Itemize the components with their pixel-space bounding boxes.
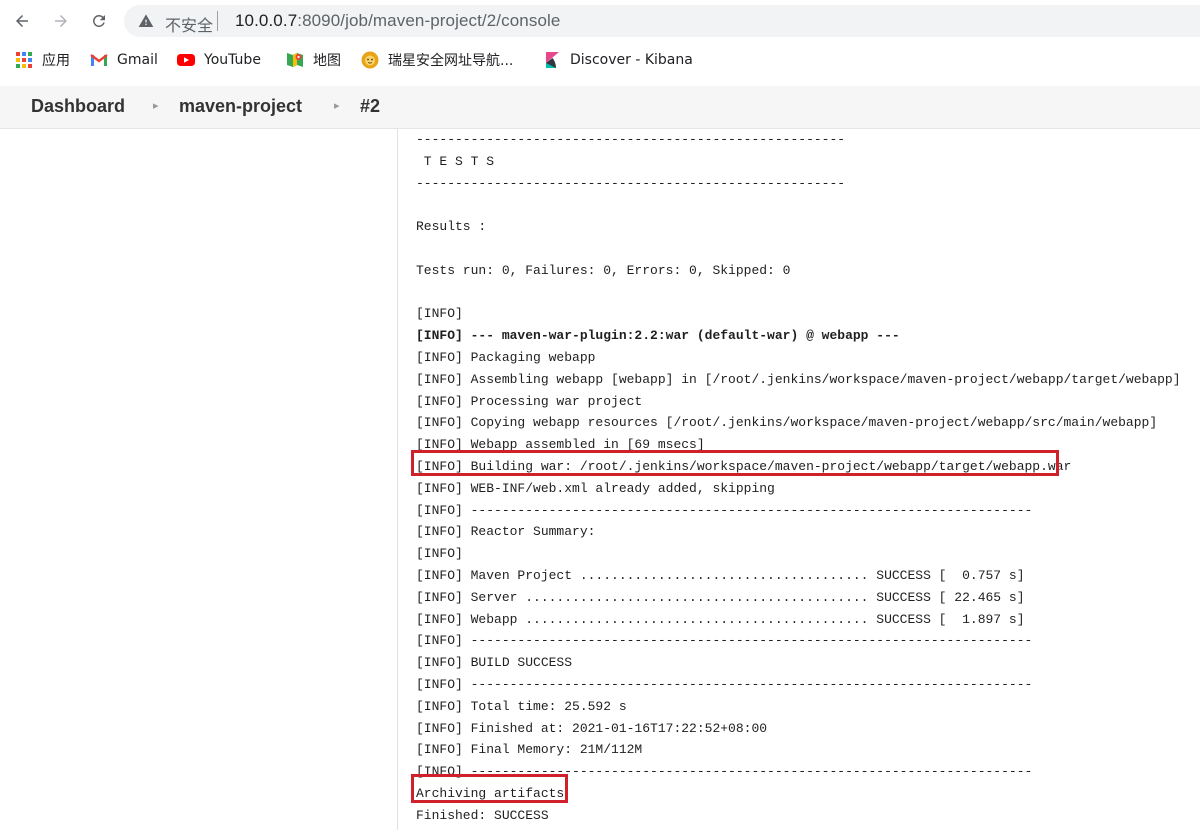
highlight-box-archiving (411, 774, 568, 803)
gmail-icon (90, 54, 108, 66)
console-line: T E S T S (416, 153, 495, 169)
console-line: Tests run: 0, Failures: 0, Errors: 0, Sk… (416, 262, 791, 278)
console-output: ----------------------------------------… (398, 129, 1200, 830)
maps-icon (287, 53, 303, 67)
console-line: [INFO] ---------------------------------… (416, 502, 1033, 518)
bookmark-label: 应用 (42, 53, 70, 69)
breadcrumb-dashboard[interactable]: Dashboard (31, 96, 125, 117)
console-line: [INFO] WEB-INF/web.xml already added, sk… (416, 480, 775, 496)
bookmark-label: YouTube (204, 52, 261, 68)
breadcrumb-build[interactable]: #2 (360, 96, 380, 117)
url-text[interactable]: 10.0.0.7:8090/job/maven-project/2/consol… (235, 11, 560, 31)
console-line: Results : (416, 219, 487, 235)
bookmarks-bar: 应用 Gmail YouTube 地图 瑞星安全网址导航... Discover… (0, 42, 1200, 76)
bookmark-apps[interactable]: 应用 (15, 50, 70, 70)
address-divider (217, 11, 218, 31)
console-line: [INFO] Server ..........................… (416, 589, 1025, 605)
rising-lion-icon (361, 51, 379, 69)
bookmark-maps[interactable]: 地图 (286, 50, 341, 70)
console-line: [INFO] BUILD SUCCESS (416, 655, 573, 671)
console-line: [INFO] (416, 546, 463, 562)
reload-button[interactable] (86, 8, 112, 34)
forward-arrow-icon (55, 15, 67, 27)
breadcrumb: Dashboard ▸ maven-project ▸ #2 (0, 86, 1200, 129)
console-line: ----------------------------------------… (416, 132, 846, 147)
side-panel (0, 129, 398, 830)
console-line: ----------------------------------------… (416, 175, 846, 191)
console-line: [INFO] ---------------------------------… (416, 676, 1033, 692)
console-line: [INFO] --- maven-war-plugin:2.2:war (def… (416, 328, 900, 344)
bookmark-kibana[interactable]: Discover - Kibana (543, 50, 693, 70)
console-line: [INFO] ---------------------------------… (416, 633, 1033, 649)
console-line: [INFO] Total time: 25.592 s (416, 698, 627, 714)
bookmark-label: 瑞星安全网址导航... (388, 53, 514, 69)
bookmark-youtube[interactable]: YouTube (177, 50, 261, 70)
console-line: Finished: SUCCESS (416, 807, 549, 823)
bookmark-label: 地图 (313, 53, 341, 69)
bookmark-label: Discover - Kibana (570, 52, 693, 68)
breadcrumb-job[interactable]: maven-project (179, 96, 302, 117)
reload-icon (92, 14, 105, 27)
bookmark-label: Gmail (117, 52, 158, 68)
forward-button[interactable] (48, 8, 74, 34)
console-line: [INFO] Packaging webapp (416, 349, 596, 365)
apps-grid-icon (16, 52, 32, 68)
address-bar[interactable]: 不安全 10.0.0.7:8090/job/maven-project/2/co… (124, 5, 1200, 37)
console-line: [INFO] Assembling webapp [webapp] in [/r… (416, 371, 1181, 387)
back-arrow-icon (16, 15, 28, 27)
breadcrumb-separator-icon[interactable]: ▸ (153, 99, 159, 112)
warning-triangle-icon (138, 14, 154, 27)
console-line: [INFO] Final Memory: 21M/112M (416, 742, 643, 758)
console-line: [INFO] Reactor Summary: (416, 524, 596, 540)
console-line: [INFO] Webapp ..........................… (416, 611, 1025, 627)
highlight-box-building-war (411, 450, 1059, 476)
youtube-icon (177, 54, 195, 66)
url-host: 10.0.0.7 (235, 11, 298, 30)
console-line: [INFO] Maven Project ...................… (416, 567, 1025, 583)
console-text: ----------------------------------------… (416, 129, 1181, 827)
breadcrumb-separator-icon[interactable]: ▸ (334, 99, 340, 112)
console-line: [INFO] Finished at: 2021-01-16T17:22:52+… (416, 720, 768, 736)
kibana-icon (546, 52, 559, 68)
back-button[interactable] (9, 8, 35, 34)
console-line: [INFO] (416, 306, 463, 322)
url-path: :8090/job/maven-project/2/console (297, 11, 561, 30)
bookmark-rising[interactable]: 瑞星安全网址导航... (361, 50, 513, 70)
console-line: [INFO] Copying webapp resources [/root/.… (416, 415, 1158, 431)
security-label: 不安全 (165, 16, 214, 35)
bookmark-gmail[interactable]: Gmail (90, 50, 158, 70)
console-line: [INFO] Processing war project (416, 393, 643, 409)
browser-toolbar: 不安全 10.0.0.7:8090/job/maven-project/2/co… (0, 0, 1200, 42)
